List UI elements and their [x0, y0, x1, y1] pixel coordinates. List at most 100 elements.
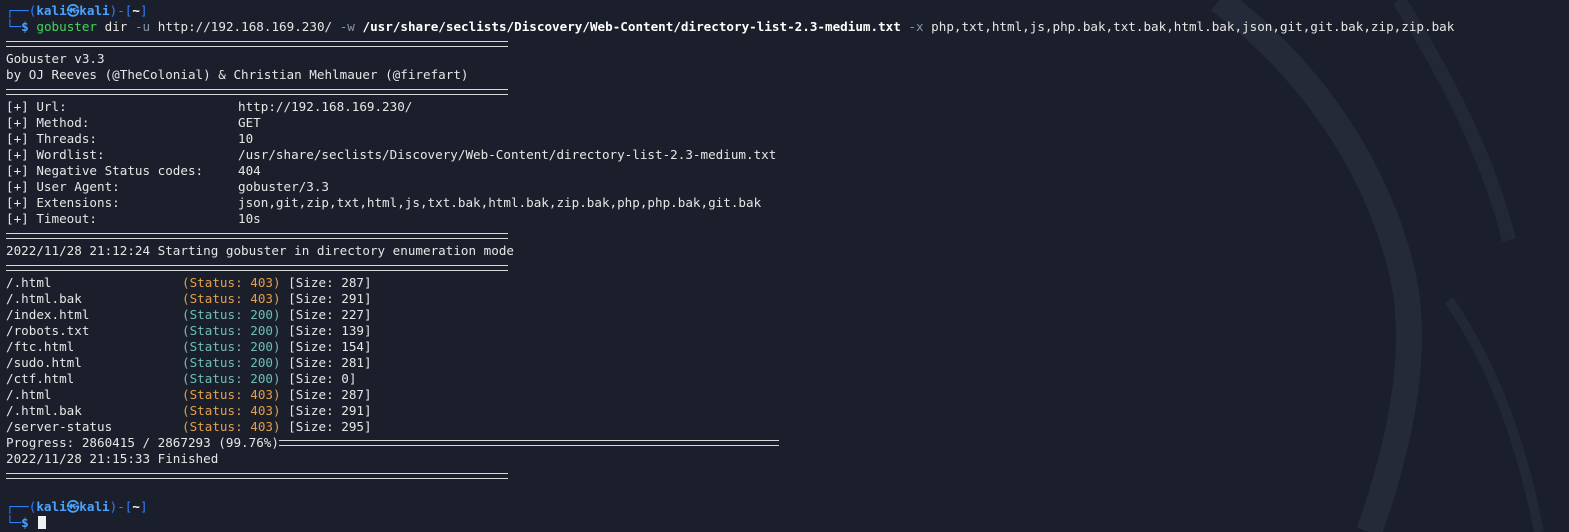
prompt-box-bottom: └─ — [6, 19, 22, 34]
result-row: /sudo.html (Status: 200) [Size: 281] — [6, 355, 1566, 371]
config-value: json,git,zip,txt,html,js,txt.bak,html.ba… — [238, 195, 762, 210]
command-url: http://192.168.169.230/ — [157, 19, 333, 34]
banner-version: Gobuster v3.3 — [6, 51, 105, 66]
result-row: /index.html (Status: 200) [Size: 227] — [6, 307, 1566, 323]
config-value: gobuster/3.3 — [238, 179, 329, 194]
result-size: [Size: 281] — [288, 355, 372, 370]
config-key: [+] Negative Status codes: — [6, 163, 204, 178]
prompt-line-top-2: ┌──(kali㉿kali)-[~] — [6, 499, 1566, 515]
separator — [6, 467, 1566, 483]
result-status: (Status: 200) — [182, 307, 281, 322]
config-key: [+] Wordlist: — [6, 147, 105, 162]
prompt-user: kali — [36, 499, 67, 514]
prompt-user: kali — [36, 3, 67, 18]
input-line[interactable]: └─$ — [6, 515, 1566, 531]
config-list: [+] Url: http://192.168.169.230/[+] Metho… — [6, 99, 1566, 227]
prompt-dir-close: ] — [139, 3, 148, 18]
result-row: /server-status (Status: 403) [Size: 295] — [6, 419, 1566, 435]
result-row: /.html.bak (Status: 403) [Size: 291] — [6, 403, 1566, 419]
result-status: (Status: 403) — [182, 403, 281, 418]
config-key: [+] Extensions: — [6, 195, 120, 210]
config-row: [+] Wordlist: /usr/share/seclists/Discove… — [6, 147, 1566, 163]
command-subcommand: dir — [104, 19, 128, 34]
result-status: (Status: 200) — [182, 371, 281, 386]
result-row: /.html (Status: 403) [Size: 287] — [6, 387, 1566, 403]
result-path: /.html — [6, 275, 52, 290]
result-path: /.html.bak — [6, 291, 82, 306]
config-row: [+] Timeout: 10s — [6, 211, 1566, 227]
prompt-dir-open: )-[ — [109, 3, 133, 18]
result-path: /.html — [6, 387, 52, 402]
results-list: /.html (Status: 403) [Size: 287] /.html.ba… — [6, 275, 1566, 435]
config-value: GET — [238, 115, 261, 130]
prompt-dir: ~ — [132, 3, 140, 18]
result-size: [Size: 291] — [288, 291, 372, 306]
config-row: [+] Method: GET — [6, 115, 1566, 131]
finish-line: 2022/11/28 21:15:33 Finished — [6, 451, 219, 466]
result-status: (Status: 403) — [182, 291, 281, 306]
prompt-host: kali — [79, 499, 110, 514]
prompt-at-symbol: ㉿ — [66, 499, 80, 514]
result-size: [Size: 287] — [288, 387, 372, 402]
separator — [6, 35, 1566, 51]
config-row: [+] Threads: 10 — [6, 131, 1566, 147]
result-path: /index.html — [6, 307, 90, 322]
prompt-dollar: $ — [21, 19, 29, 34]
config-key: [+] Threads: — [6, 131, 97, 146]
config-row: [+] Url: http://192.168.169.230/ — [6, 99, 1566, 115]
separator — [6, 259, 1566, 275]
config-row: [+] User Agent: gobuster/3.3 — [6, 179, 1566, 195]
result-status: (Status: 200) — [182, 323, 281, 338]
config-value: 10 — [238, 131, 254, 146]
result-size: [Size: 139] — [288, 323, 372, 338]
result-row: /.html.bak (Status: 403) [Size: 291] — [6, 291, 1566, 307]
config-row: [+] Negative Status codes: 404 — [6, 163, 1566, 179]
terminal-output[interactable]: ┌──(kali㉿kali)-[~] └─$ gobuster dir -u h… — [6, 3, 1566, 531]
result-size: [Size: 154] — [288, 339, 372, 354]
command-flag-w: -w — [339, 19, 355, 34]
result-size: [Size: 291] — [288, 403, 372, 418]
result-path: /ctf.html — [6, 371, 75, 386]
command-line: └─$ gobuster dir -u http://192.168.169.2… — [6, 19, 1566, 35]
start-line: 2022/11/28 21:12:24 Starting gobuster in… — [6, 243, 514, 258]
config-key: [+] Timeout: — [6, 211, 97, 226]
config-value: /usr/share/seclists/Discovery/Web-Conten… — [238, 147, 777, 162]
banner-authors: by OJ Reeves (@TheColonial) & Christian … — [6, 67, 469, 82]
result-status: (Status: 403) — [182, 275, 281, 290]
prompt-box-bottom: └─ — [6, 515, 22, 530]
command-flag-x: -x — [908, 19, 924, 34]
config-value: 10s — [238, 211, 261, 226]
prompt-dollar: $ — [21, 515, 29, 530]
config-key: [+] User Agent: — [6, 179, 120, 194]
config-row: [+] Extensions: json,git,zip,txt,html,js,… — [6, 195, 1566, 211]
prompt-dir-open: )-[ — [109, 499, 133, 514]
command-binary: gobuster — [36, 19, 98, 34]
result-path: /ftc.html — [6, 339, 75, 354]
prompt-line-top: ┌──(kali㉿kali)-[~] — [6, 3, 1566, 19]
command-extensions: php,txt,html,js,php.bak,txt.bak,html.bak… — [931, 19, 1455, 34]
result-status: (Status: 403) — [182, 387, 281, 402]
separator — [6, 83, 1566, 99]
progress-bar — [278, 439, 779, 446]
result-size: [Size: 0] — [288, 371, 357, 386]
config-value: http://192.168.169.230/ — [238, 99, 413, 114]
result-row: /ctf.html (Status: 200) [Size: 0] — [6, 371, 1566, 387]
result-status: (Status: 200) — [182, 355, 281, 370]
result-path: /server-status — [6, 419, 113, 434]
prompt-box-top: ┌──( — [6, 3, 37, 18]
prompt-dir: ~ — [132, 499, 140, 514]
result-size: [Size: 227] — [288, 307, 372, 322]
result-path: /robots.txt — [6, 323, 90, 338]
config-key: [+] Method: — [6, 115, 90, 130]
result-size: [Size: 295] — [288, 419, 372, 434]
prompt-at-symbol: ㉿ — [66, 3, 80, 18]
prompt-dir-close: ] — [139, 499, 148, 514]
result-row: /robots.txt (Status: 200) [Size: 139] — [6, 323, 1566, 339]
text-cursor[interactable] — [38, 516, 47, 529]
command-wordlist: /usr/share/seclists/Discovery/Web-Conten… — [362, 19, 901, 34]
result-path: /sudo.html — [6, 355, 82, 370]
progress-text: Progress: 2860415 / 2867293 (99.76%) — [6, 435, 279, 450]
result-row: /.html (Status: 403) [Size: 287] — [6, 275, 1566, 291]
result-row: /ftc.html (Status: 200) [Size: 154] — [6, 339, 1566, 355]
